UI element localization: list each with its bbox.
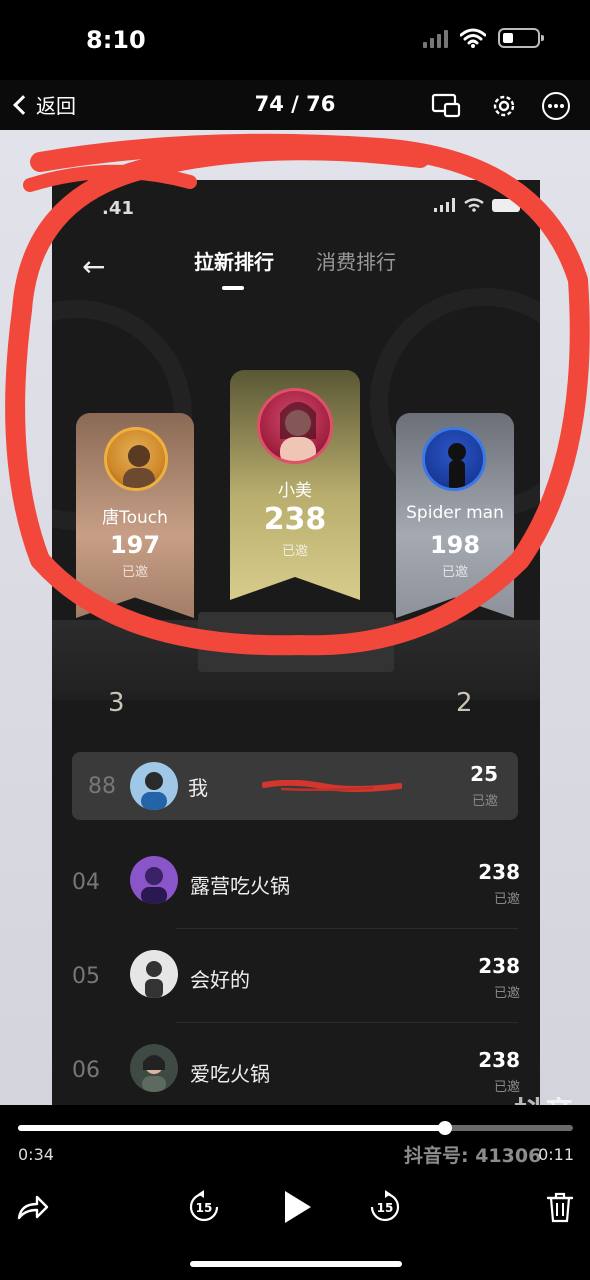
avatar [130,1044,178,1092]
avatar [130,950,178,998]
avatar [104,427,168,491]
podium-sub: 已邀 [441,565,468,580]
row-name: 会好的 [190,968,250,992]
delete-button[interactable] [538,1185,582,1229]
row-rank: 05 [72,964,100,989]
recorded-app-screen: .41 ← 拉新排行 消费排行 唐Touch 197 已邀 小美 238 已邀 … [52,180,540,1105]
row-sub: 已邀 [493,986,520,1001]
play-icon [285,1191,311,1223]
svg-text:15: 15 [377,1201,394,1215]
inner-status-icons [434,198,520,212]
playback-scrubber: 抖音号: 41306 0:34 0:11 [0,1105,590,1177]
douyin-watermark: 抖音 [514,1088,574,1105]
inner-signal-icon [434,198,455,212]
cast-icon [431,93,461,118]
row-divider [176,1022,518,1023]
row-count: 25 [470,762,498,786]
scrub-handle[interactable] [438,1121,453,1135]
avatar [422,427,486,491]
time-elapsed: 0:34 [18,1145,54,1164]
tab-invite-ranking[interactable]: 拉新排行 [194,246,274,275]
podium-count: 198 [429,531,481,559]
avatar [257,388,333,464]
skip-forward-15-button[interactable]: 15 [363,1185,407,1229]
row-rank: 06 [72,1058,100,1083]
tab-spending-ranking[interactable]: 消费排行 [316,246,396,275]
inner-back-arrow-icon[interactable]: ← [82,250,105,283]
wifi-icon [460,28,486,48]
podium-card-second: Spider man 198 已邀 [396,413,514,618]
row-name: 爱吃火锅 [190,1062,270,1086]
red-scribble-redaction [262,780,402,792]
battery-icon [498,28,544,48]
row-count: 238 [478,1048,520,1072]
row-name: 露营吃火锅 [190,874,290,898]
podium-name: Spider man [406,503,504,523]
cellular-signal-icon [423,28,448,48]
row-rank: 88 [88,774,116,799]
trash-icon [546,1192,574,1223]
rank-number-third: 3 [108,688,125,718]
bottom-toolbar: 15 15 [0,1177,590,1280]
gear-icon [493,95,515,117]
podium-card-third: 唐Touch 197 已邀 [76,413,194,618]
cast-button[interactable] [430,90,462,122]
viewer-toolbar: 返回 74 / 76 [0,80,590,130]
my-ranking-row[interactable]: 88 我 25 已邀 [72,752,518,820]
podium-sub: 已邀 [281,544,308,559]
skip-forward-15-icon: 15 [370,1190,400,1222]
row-count: 238 [478,954,520,978]
time-remaining: 0:11 [538,1145,574,1164]
svg-text:15: 15 [196,1201,213,1215]
row-divider [176,928,518,929]
settings-button[interactable] [488,90,520,122]
avatar [130,762,178,810]
inner-status-time: .41 [102,198,134,219]
podium-name: 小美 [278,481,312,501]
douyin-id-watermark: 抖音号: 41306 [404,1145,542,1167]
status-time: 8:10 [86,26,146,54]
scrub-progress [18,1125,446,1131]
skip-back-15-button[interactable]: 15 [182,1185,226,1229]
skip-back-15-icon: 15 [189,1190,219,1222]
podium-sub: 已邀 [121,565,148,580]
podium-block [198,612,394,672]
podium-count: 238 [263,502,327,537]
home-indicator [190,1261,402,1267]
avatar [130,856,178,904]
row-name: 我 [188,776,208,800]
row-count: 238 [478,860,520,884]
tab-underline [222,286,244,290]
more-icon [542,92,570,120]
row-sub: 已邀 [471,794,498,809]
status-bar: 8:10 [0,0,590,80]
status-icons [423,28,544,48]
row-sub: 已邀 [493,892,520,907]
inner-battery-icon [492,198,520,212]
play-button[interactable] [274,1185,318,1229]
share-icon [17,1195,49,1220]
scrub-track[interactable] [18,1121,573,1135]
podium-count: 197 [109,531,161,559]
share-button[interactable] [10,1185,54,1229]
inner-wifi-icon [464,198,484,212]
rank-number-second: 2 [456,688,473,718]
more-button[interactable] [540,90,572,122]
row-rank: 04 [72,870,100,895]
podium-name: 唐Touch [102,508,168,528]
photo-content[interactable]: .41 ← 拉新排行 消费排行 唐Touch 197 已邀 小美 238 已邀 … [0,130,590,1105]
podium-card-first: 小美 238 已邀 [230,370,360,600]
